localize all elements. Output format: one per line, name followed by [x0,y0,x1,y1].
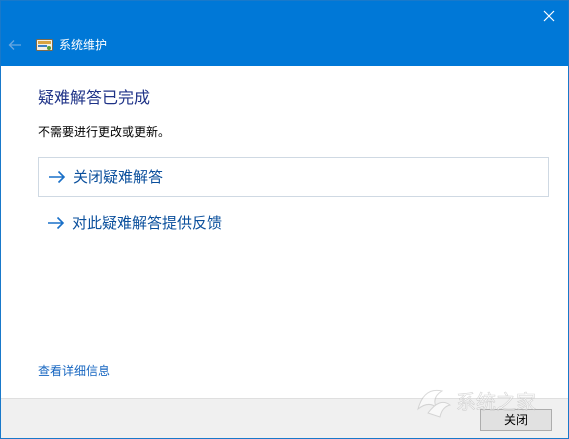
feedback-label: 对此疑难解答提供反馈 [72,214,223,232]
troubleshooter-window: 系统维护 疑难解答已完成 不需要进行更改或更新。 关闭疑难解答 对此疑难解答提供… [0,0,569,439]
feedback-option[interactable]: 对此疑难解答提供反馈 [38,203,549,243]
close-button[interactable]: 关闭 [480,409,552,431]
arrow-right-icon [47,215,65,231]
view-details-link[interactable]: 查看详细信息 [38,363,110,379]
title-bar: 系统维护 [1,1,568,66]
arrow-right-icon [48,169,66,185]
back-button[interactable] [6,37,24,53]
footer-bar: 关闭 [1,398,568,438]
maintenance-icon [36,39,53,51]
back-arrow-icon [8,40,21,50]
status-message: 不需要进行更改或更新。 [38,125,171,139]
close-troubleshooter-label: 关闭疑难解答 [73,168,164,186]
close-troubleshooter-option[interactable]: 关闭疑难解答 [38,157,549,197]
window-close-button[interactable] [536,4,562,28]
close-icon [543,10,555,22]
window-title: 系统维护 [59,38,108,52]
page-heading: 疑难解答已完成 [38,88,151,107]
